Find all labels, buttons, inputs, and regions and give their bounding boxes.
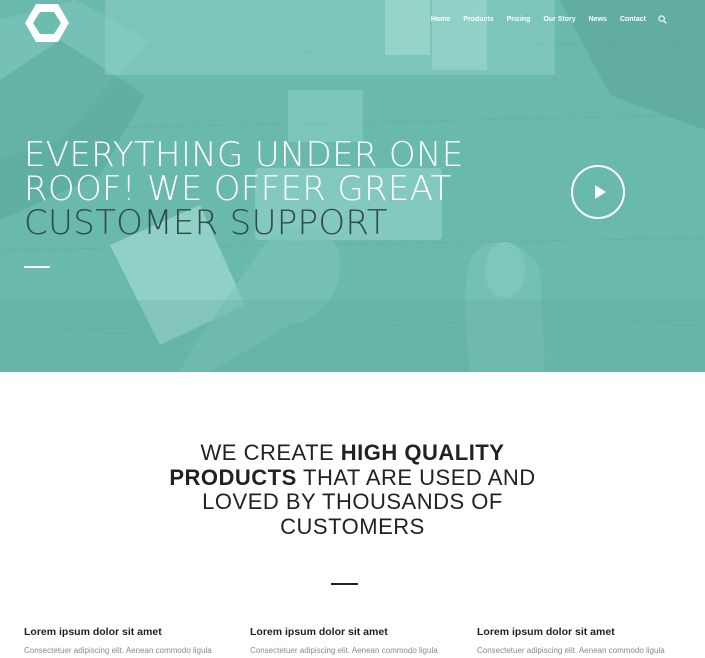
play-icon [595,185,606,199]
tagline-line2-bold: PRODUCTS [169,464,297,490]
feature-column-2: Lorem ipsum dolor sit amet Consectetuer … [250,626,450,655]
headline-line-3: CUSTOMER SUPPORT [24,203,388,243]
hero-section: Home Products Pricing Our Story News Con… [0,0,705,372]
tagline-line1-bold: HIGH QUALITY [340,440,505,465]
feature-text: Consectetuer adipiscing elit. Aenean com… [24,646,212,655]
tagline-line2-text: THAT ARE USED AND [296,464,536,490]
hero-headline: EVERYTHING UNDER ONE ROOF! WE OFFER GREA… [24,138,484,240]
tagline-heading: WE CREATE HIGH QUALITY PRODUCTS THAT ARE… [0,440,705,539]
tagline-divider [331,583,358,585]
play-video-button[interactable] [571,165,625,219]
feature-title: Lorem ipsum dolor sit amet [24,626,162,638]
tagline-line-2: PRODUCTS THAT ARE USED AND [0,464,705,491]
tagline-line-3: LOVED BY THOUSANDS OF [202,489,503,514]
feature-text: Consectetuer adipiscing elit. Aenean com… [477,646,665,655]
headline-line-1: EVERYTHING UNDER ONE [24,135,464,175]
nav-pricing[interactable]: Pricing [507,16,531,23]
headline-line-2: ROOF! WE OFFER GREAT [24,169,452,209]
hexagon-logo[interactable] [24,2,70,44]
feature-text: Consectetuer adipiscing elit. Aenean com… [250,646,438,655]
nav-home[interactable]: Home [431,16,450,23]
hero-divider [24,266,50,268]
feature-title: Lorem ipsum dolor sit amet [250,626,388,638]
search-icon[interactable] [658,15,667,24]
tagline-line-1: WE CREATE HIGH QUALITY [0,440,705,466]
feature-column-1: Lorem ipsum dolor sit amet Consectetuer … [24,626,224,655]
tagline-line1-text: WE CREATE [200,440,341,465]
nav-contact[interactable]: Contact [620,16,646,23]
nav-news[interactable]: News [589,16,607,23]
nav-our-story[interactable]: Our Story [543,16,575,23]
nav-products[interactable]: Products [463,16,493,23]
feature-title: Lorem ipsum dolor sit amet [477,626,615,638]
main-nav: Home Products Pricing Our Story News Con… [418,15,667,24]
tagline-line-4: CUSTOMERS [280,513,425,539]
feature-column-3: Lorem ipsum dolor sit amet Consectetuer … [477,626,677,655]
